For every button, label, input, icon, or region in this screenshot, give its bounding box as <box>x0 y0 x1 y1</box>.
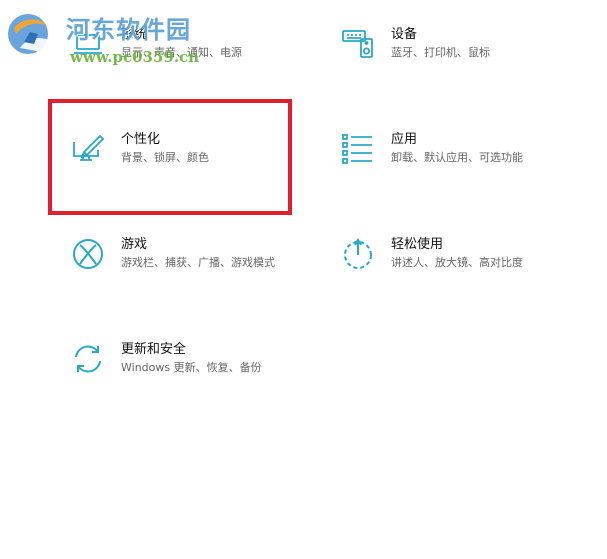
sync-icon <box>71 342 105 376</box>
tile-title: 轻松使用 <box>391 237 444 252</box>
tile-title: 应用 <box>391 132 418 147</box>
xbox-icon <box>71 237 105 271</box>
tile-title: 设备 <box>391 27 418 42</box>
keyboard-speaker-icon <box>341 27 375 61</box>
laptop-icon <box>71 27 105 61</box>
tile-description: Windows 更新、恢复、备份 <box>121 361 262 374</box>
settings-tile-gaming[interactable]: 游戏 游戏栏、捕获、广播、游戏模式 <box>71 237 311 297</box>
timer-icon <box>341 237 375 271</box>
pen-monitor-icon <box>71 132 105 166</box>
tile-title: 个性化 <box>121 132 161 147</box>
settings-tile-update-security[interactable]: 更新和安全 Windows 更新、恢复、备份 <box>71 342 311 402</box>
settings-tile-system[interactable]: 系统 显示、声音、通知、电源 <box>71 27 311 87</box>
tile-title: 游戏 <box>121 237 148 252</box>
tile-description: 显示、声音、通知、电源 <box>121 46 242 59</box>
tile-description: 游戏栏、捕获、广播、游戏模式 <box>121 256 275 269</box>
settings-tile-personalization[interactable]: 个性化 背景、锁屏、颜色 <box>71 132 311 192</box>
settings-tile-devices[interactable]: 设备 蓝牙、打印机、鼠标 <box>341 27 581 87</box>
tile-description: 讲述人、放大镜、高对比度 <box>391 256 523 269</box>
tile-title: 系统 <box>121 27 148 42</box>
settings-tile-apps[interactable]: 应用 卸载、默认应用、可选功能 <box>341 132 581 192</box>
tile-description: 蓝牙、打印机、鼠标 <box>391 46 490 59</box>
settings-tile-ease-of-access[interactable]: 轻松使用 讲述人、放大镜、高对比度 <box>341 237 581 297</box>
tile-description: 背景、锁屏、颜色 <box>121 151 209 164</box>
tile-description: 卸载、默认应用、可选功能 <box>391 151 523 164</box>
tile-title: 更新和安全 <box>121 342 187 357</box>
watermark-logo-icon <box>4 8 62 64</box>
apps-list-icon <box>341 132 375 166</box>
